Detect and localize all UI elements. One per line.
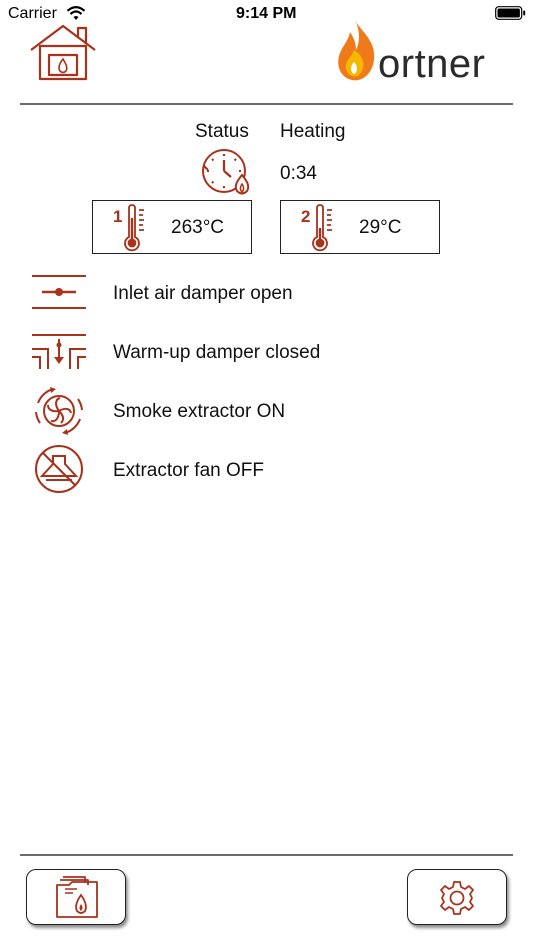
header-divider <box>20 103 513 105</box>
timer-clock-flame-icon <box>200 149 250 195</box>
carrier-label: Carrier <box>8 5 57 22</box>
gear-icon <box>440 881 474 915</box>
thermometer-icon <box>312 204 332 252</box>
wifi-icon <box>66 6 86 20</box>
settings-button[interactable] <box>407 869 507 925</box>
warm-up-damper-status: Warm-up damper closed <box>113 342 321 363</box>
smoke-extractor-status: Smoke extractor ON <box>113 401 286 422</box>
thermometer-icon <box>124 204 144 252</box>
home-fireplace-icon[interactable] <box>28 22 98 82</box>
heating-mode-label: Heating <box>280 121 346 142</box>
brand-name: ortner <box>378 42 486 86</box>
battery-icon <box>495 6 526 20</box>
footer-divider <box>20 854 513 856</box>
heating-timer: 0:34 <box>280 163 317 184</box>
status-label: Status <box>195 121 249 142</box>
extractor-fan-off-icon <box>35 445 83 493</box>
fire-document-icon <box>56 876 98 918</box>
flame-logo-icon <box>338 22 375 81</box>
warm-up-damper-icon <box>32 334 86 369</box>
history-button[interactable] <box>26 869 126 925</box>
smoke-extractor-icon <box>35 387 83 435</box>
sensor-2-temperature: 29°C <box>359 217 402 238</box>
extractor-fan-status: Extractor fan OFF <box>113 460 264 481</box>
sensor-1-box: 1 263°C <box>92 200 252 254</box>
clock: 9:14 PM <box>236 5 297 22</box>
sensor-1-temperature: 263°C <box>171 217 225 238</box>
sensor-2-box: 2 29°C <box>280 200 440 254</box>
inlet-air-damper-icon <box>32 275 86 309</box>
inlet-air-damper-status: Inlet air damper open <box>113 283 293 304</box>
